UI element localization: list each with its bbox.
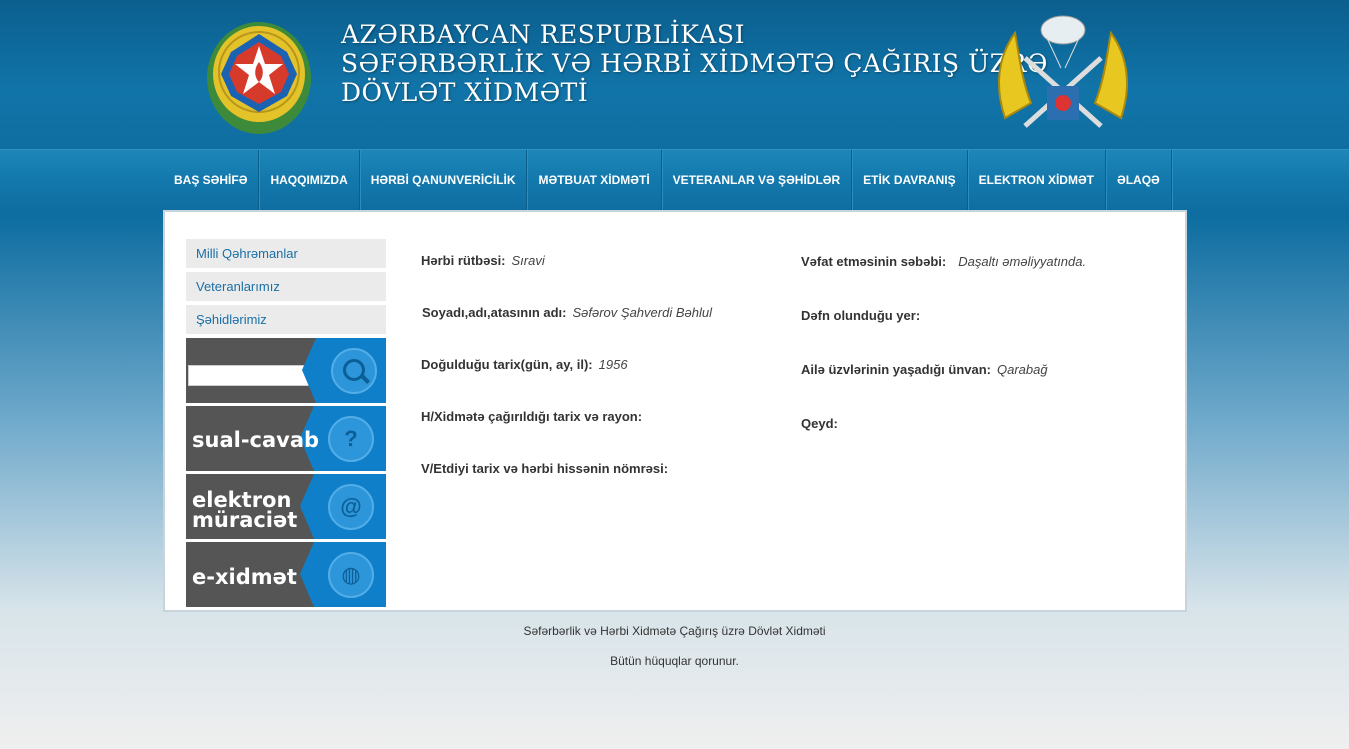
field-burial-place: Dəfn olunduğu yer: xyxy=(801,308,926,323)
field-label: Soyadı,adı,atasının adı: xyxy=(422,305,567,320)
sidebar-item-national-heroes[interactable]: Milli Qəhrəmanlar xyxy=(186,239,386,268)
state-emblem-icon[interactable] xyxy=(203,12,315,136)
title-line-2: SƏFƏRBƏRLİK VƏ HƏRBİ XİDMƏTƏ ÇAĞIRIŞ ÜZR… xyxy=(341,49,1048,78)
person-details: Hərbi rütbəsi: Sıravi Soyadı,adı,atasının… xyxy=(421,250,1181,550)
field-family-address: Ailə üzvlərinin yaşadığı ünvan: Qarabağ xyxy=(801,362,1048,377)
sual-cavab-banner[interactable]: sual-cavab ? xyxy=(186,406,386,471)
banner-label-2: müraciət xyxy=(192,508,298,532)
field-note: Qeyd: xyxy=(801,416,844,431)
field-value: Səfərov Şahverdi Bəhlul xyxy=(572,305,712,320)
nav-item-about[interactable]: HAQQIMIZDA xyxy=(259,150,360,210)
site-title: AZƏRBAYCAN RESPUBLİKASI SƏFƏRBƏRLİK VƏ H… xyxy=(341,20,1048,107)
field-label: H/Xidmətə çağırıldığı tarix və rayon: xyxy=(421,409,643,424)
banner-label: elektron xyxy=(192,488,292,512)
field-label: Hərbi rütbəsi: xyxy=(421,253,506,268)
sidebar: Milli Qəhrəmanlar Veteranlarımız Şəhidlə… xyxy=(186,239,386,610)
field-birth-date: Doğulduğu tarix(gün, ay, il): 1956 xyxy=(421,357,628,372)
field-military-unit: V/Etdiyi tarix və hərbi hissənin nömrəsi… xyxy=(421,461,674,476)
footer-copyright: Bütün hüquqlar qorunur. xyxy=(610,654,739,668)
field-label: Qeyd: xyxy=(801,416,838,431)
field-label: V/Etdiyi tarix və hərbi hissənin nömrəsi… xyxy=(421,461,669,476)
globe-icon: ◍ xyxy=(328,552,374,598)
field-label: Dəfn olunduğu yer: xyxy=(801,308,921,323)
question-bubble-icon: ? xyxy=(328,416,374,462)
field-full-name: Soyadı,adı,atasının adı: Səfərov Şahverdi… xyxy=(422,305,712,320)
sidebar-item-veterans[interactable]: Veteranlarımız xyxy=(186,272,386,301)
nav-item-veterans[interactable]: VETERANLAR VƏ ŞƏHİDLƏR xyxy=(662,150,853,210)
footer-org-name: Səfərbərlik və Hərbi Xidmətə Çağırış üzr… xyxy=(523,624,826,638)
site-header: AZƏRBAYCAN RESPUBLİKASI SƏFƏRBƏRLİK VƏ H… xyxy=(0,0,1349,149)
field-drafted: H/Xidmətə çağırıldığı tarix və rayon: xyxy=(421,409,648,424)
nav-item-ethics[interactable]: ETİK DAVRANIŞ xyxy=(852,150,968,210)
field-label: Vəfat etməsinin səbəbi: xyxy=(801,254,947,269)
search-icon[interactable] xyxy=(331,348,377,394)
field-value: Sıravi xyxy=(511,253,545,268)
field-rank: Hərbi rütbəsi: Sıravi xyxy=(421,253,545,268)
content-panel: Milli Qəhrəmanlar Veteranlarımız Şəhidlə… xyxy=(163,210,1187,612)
elektron-muraciet-banner[interactable]: elektron müraciət @ xyxy=(186,474,386,539)
main-nav: BAŞ SƏHİFƏ HAQQIMIZDA HƏRBİ QANUNVERİCİL… xyxy=(0,149,1349,210)
search-input[interactable] xyxy=(188,365,314,386)
nav-item-home[interactable]: BAŞ SƏHİFƏ xyxy=(163,150,260,210)
nav-item-legislation[interactable]: HƏRBİ QANUNVERİCİLİK xyxy=(360,150,528,210)
title-line-1: AZƏRBAYCAN RESPUBLİKASI xyxy=(341,20,745,49)
nav-item-contact[interactable]: ƏLAQƏ xyxy=(1106,150,1172,210)
field-value: Qarabağ xyxy=(997,362,1048,377)
email-at-icon: @ xyxy=(328,484,374,530)
title-line-3: DÖVLƏT XİDMƏTİ xyxy=(341,78,589,107)
field-label: Doğulduğu tarix(gün, ay, il): xyxy=(421,357,593,372)
banner-label: sual-cavab xyxy=(192,428,320,452)
field-death-reason: Vəfat etməsinin səbəbi: Daşaltı əməliyyat… xyxy=(801,254,1086,269)
nav-item-e-services[interactable]: ELEKTRON XİDMƏT xyxy=(968,150,1106,210)
field-label: Ailə üzvlərinin yaşadığı ünvan: xyxy=(801,362,991,377)
field-value: 1956 xyxy=(598,357,628,372)
sidebar-item-martyrs[interactable]: Şəhidlərimiz xyxy=(186,305,386,334)
search-widget xyxy=(186,338,386,403)
banner-label: e-xidmət xyxy=(192,565,297,589)
e-xidmet-banner[interactable]: e-xidmət ◍ xyxy=(186,542,386,607)
military-insignia-icon xyxy=(998,15,1128,128)
field-value: Daşaltı əməliyyatında. xyxy=(958,254,1087,269)
nav-item-press[interactable]: MƏTBUAT XİDMƏTİ xyxy=(527,150,662,210)
